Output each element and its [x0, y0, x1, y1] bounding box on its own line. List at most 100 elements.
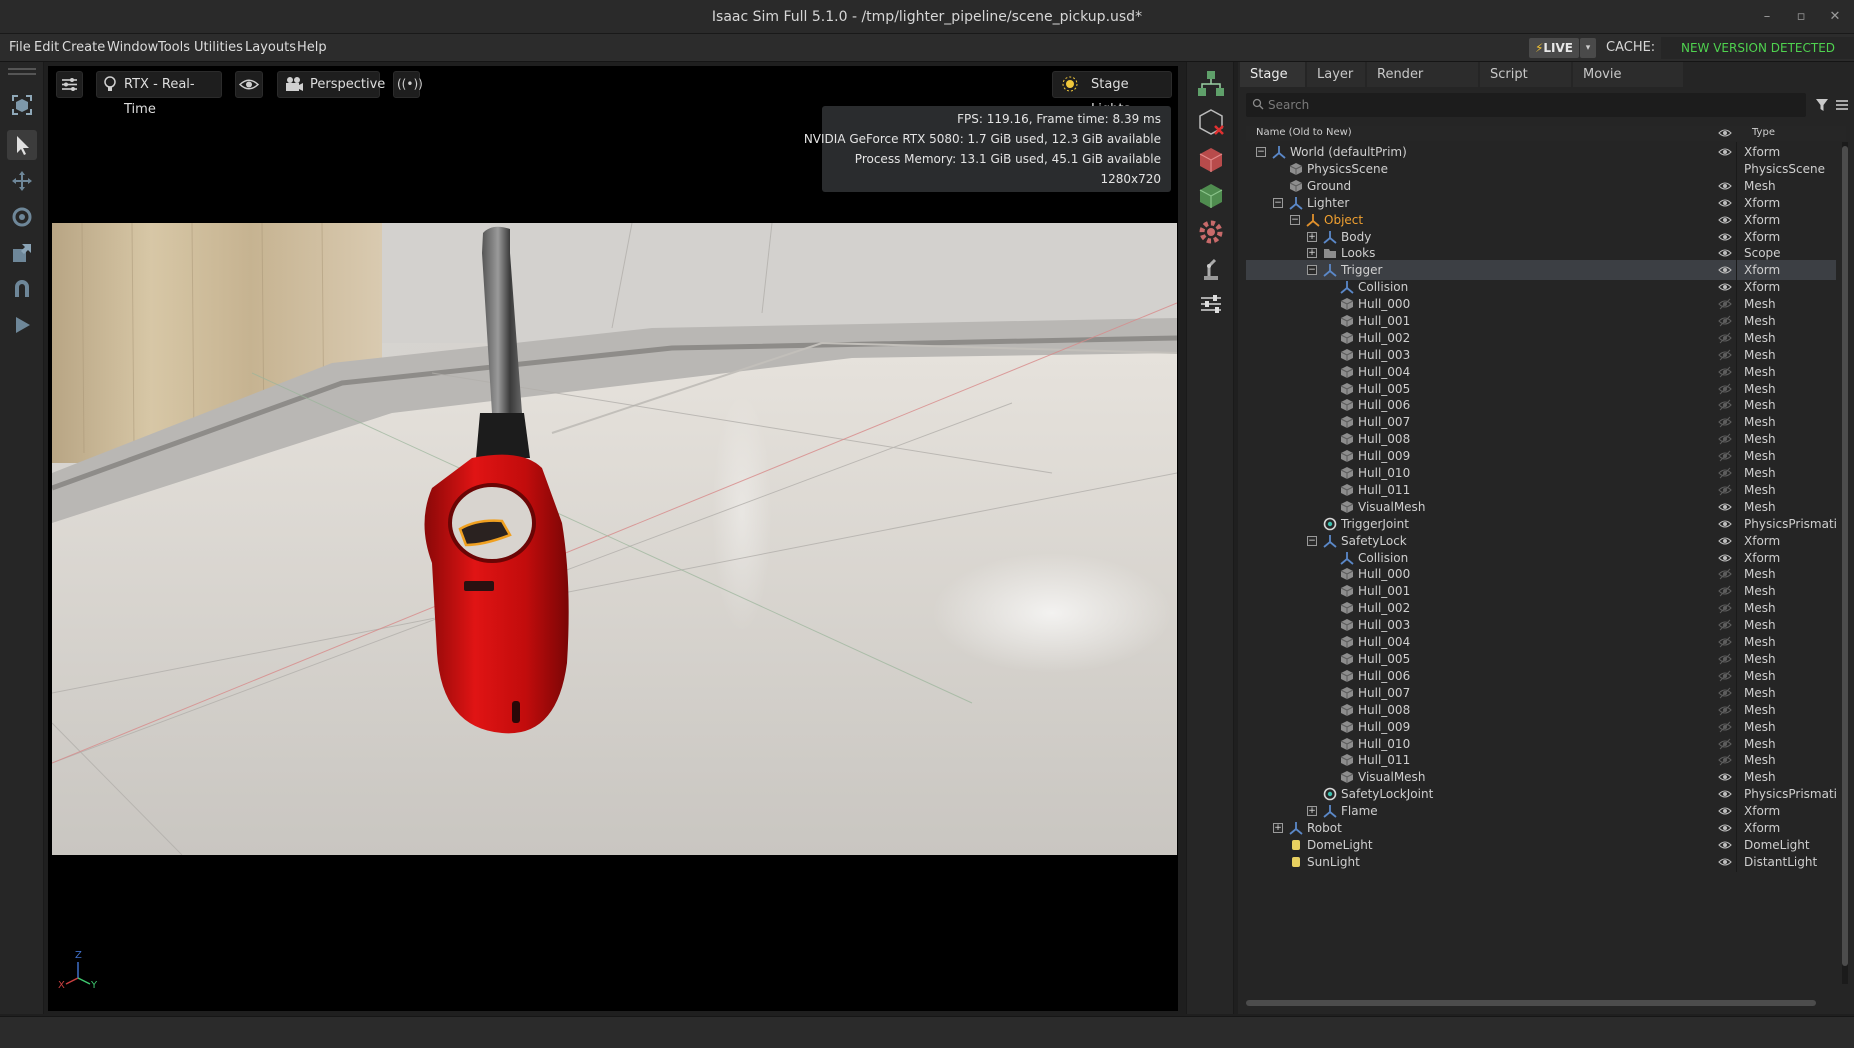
visibility-eye-icon[interactable]	[1718, 821, 1732, 835]
expand-icon[interactable]: +	[1307, 248, 1317, 258]
hidden-eye-icon[interactable]	[1718, 382, 1732, 396]
scale-icon[interactable]	[7, 238, 37, 268]
robot-arm-icon[interactable]	[1195, 252, 1227, 284]
minimize-button[interactable]: –	[1752, 0, 1782, 34]
hidden-eye-icon[interactable]	[1718, 753, 1732, 767]
hidden-eye-icon[interactable]	[1718, 432, 1732, 446]
tree-row[interactable]: SunLight DistantLight	[1246, 852, 1836, 872]
menu-layouts[interactable]: Layouts	[245, 34, 296, 62]
close-button[interactable]: ✕	[1820, 0, 1850, 34]
hidden-eye-icon[interactable]	[1718, 398, 1732, 412]
name-column-header[interactable]: Name (Old to New)	[1256, 127, 1352, 138]
menu-tools[interactable]: Tools	[158, 34, 190, 62]
hidden-eye-icon[interactable]	[1718, 618, 1732, 632]
visibility-eye-icon[interactable]	[1718, 196, 1732, 210]
tab-render-settings[interactable]: Render Settings	[1367, 62, 1478, 107]
visibility-eye-icon[interactable]	[1718, 213, 1732, 227]
collapse-icon[interactable]: −	[1307, 265, 1317, 275]
visibility-eye-icon[interactable]	[1718, 230, 1732, 244]
viewport-render[interactable]	[52, 223, 1177, 855]
green-cube-icon[interactable]	[1195, 180, 1227, 212]
collapse-icon[interactable]: −	[1307, 536, 1317, 546]
delete-prim-icon[interactable]	[1195, 106, 1227, 138]
hidden-eye-icon[interactable]	[1718, 584, 1732, 598]
visibility-eye-icon[interactable]	[1718, 517, 1732, 531]
hidden-eye-icon[interactable]	[1718, 652, 1732, 666]
collapse-icon[interactable]: −	[1273, 198, 1283, 208]
collapse-icon[interactable]: −	[1256, 147, 1266, 157]
live-button[interactable]: ⚡LIVE	[1529, 38, 1579, 58]
camera-dropdown[interactable]: Perspective	[277, 71, 385, 98]
stage-lights-dropdown[interactable]: Stage Lights	[1052, 71, 1172, 117]
hidden-eye-icon[interactable]	[1718, 348, 1732, 362]
hidden-eye-icon[interactable]	[1718, 314, 1732, 328]
viewport-camera-icon[interactable]	[7, 90, 37, 120]
select-arrow-icon[interactable]	[7, 130, 37, 160]
hidden-eye-icon[interactable]	[1718, 365, 1732, 379]
expand-icon[interactable]: +	[1307, 806, 1317, 816]
viewport[interactable]: RTX - Real-Time Perspective ((•)) Stage …	[48, 66, 1178, 1011]
sliders-icon[interactable]	[1195, 288, 1227, 320]
hidden-eye-icon[interactable]	[1718, 415, 1732, 429]
visibility-eye-icon[interactable]	[1718, 838, 1732, 852]
options-menu-icon[interactable]	[1834, 95, 1850, 115]
collapse-icon[interactable]: −	[1290, 215, 1300, 225]
visibility-eye-icon[interactable]	[1718, 145, 1732, 159]
hidden-eye-icon[interactable]	[1718, 483, 1732, 497]
hidden-eye-icon[interactable]	[1718, 567, 1732, 581]
visibility-eye-icon[interactable]	[1718, 280, 1732, 294]
search-input[interactable]	[1268, 93, 1798, 117]
visibility-eye-icon[interactable]	[1718, 551, 1732, 565]
hidden-eye-icon[interactable]	[1718, 720, 1732, 734]
tab-movie-capture[interactable]: Movie Capture	[1573, 62, 1683, 107]
gear-icon[interactable]	[1195, 216, 1227, 248]
hidden-eye-icon[interactable]	[1718, 703, 1732, 717]
visibility-column-icon[interactable]	[1718, 126, 1732, 143]
filter-icon[interactable]	[1814, 95, 1830, 115]
hidden-eye-icon[interactable]	[1718, 635, 1732, 649]
expand-icon[interactable]: +	[1307, 232, 1317, 242]
hidden-eye-icon[interactable]	[1718, 331, 1732, 345]
vertical-scrollbar[interactable]	[1842, 142, 1848, 984]
menu-help[interactable]: Help	[297, 34, 327, 62]
visibility-eye-icon[interactable]	[1718, 500, 1732, 514]
menu-utilities[interactable]: Utilities	[194, 34, 243, 62]
visibility-eye-icon[interactable]	[1718, 770, 1732, 784]
hidden-eye-icon[interactable]	[1718, 669, 1732, 683]
type-column-header[interactable]: Type	[1752, 127, 1775, 138]
tab-stage[interactable]: Stage	[1240, 62, 1305, 87]
snap-magnet-icon[interactable]	[7, 274, 37, 304]
hidden-eye-icon[interactable]	[1718, 737, 1732, 751]
hidden-eye-icon[interactable]	[1718, 686, 1732, 700]
rotate-icon[interactable]	[7, 202, 37, 232]
visibility-eye-icon[interactable]	[1718, 179, 1732, 193]
menu-window[interactable]: Window	[107, 34, 158, 62]
red-cube-icon[interactable]	[1195, 144, 1227, 176]
menu-create[interactable]: Create	[62, 34, 105, 62]
hidden-eye-icon[interactable]	[1718, 601, 1732, 615]
visibility-eye-icon[interactable]	[1718, 534, 1732, 548]
play-icon[interactable]	[7, 310, 37, 340]
hidden-eye-icon[interactable]	[1718, 297, 1732, 311]
tab-layer[interactable]: Layer	[1307, 62, 1365, 87]
hidden-eye-icon[interactable]	[1718, 449, 1732, 463]
visibility-eye-icon[interactable]	[1718, 263, 1732, 277]
vertical-scrollbar-thumb[interactable]	[1842, 146, 1848, 966]
visibility-eye-icon[interactable]	[1718, 787, 1732, 801]
hierarchy-icon[interactable]	[1195, 68, 1227, 100]
expand-icon[interactable]: +	[1273, 823, 1283, 833]
menu-file[interactable]: File	[9, 34, 31, 62]
renderer-dropdown[interactable]: RTX - Real-Time	[96, 71, 222, 117]
menu-edit[interactable]: Edit	[34, 34, 59, 62]
live-dropdown-button[interactable]: ▾	[1580, 38, 1596, 58]
viewport-settings-button[interactable]	[56, 71, 83, 98]
broadcast-button[interactable]: ((•))	[393, 71, 423, 98]
visibility-button[interactable]	[235, 71, 263, 98]
cache-status[interactable]: NEW VERSION DETECTED	[1661, 37, 1854, 59]
move-icon[interactable]	[7, 166, 37, 196]
maximize-button[interactable]: ▫	[1786, 0, 1816, 34]
visibility-eye-icon[interactable]	[1718, 855, 1732, 869]
horizontal-scrollbar[interactable]	[1246, 1000, 1816, 1006]
tab-script-editor[interactable]: Script Editor	[1480, 62, 1571, 107]
visibility-eye-icon[interactable]	[1718, 804, 1732, 818]
